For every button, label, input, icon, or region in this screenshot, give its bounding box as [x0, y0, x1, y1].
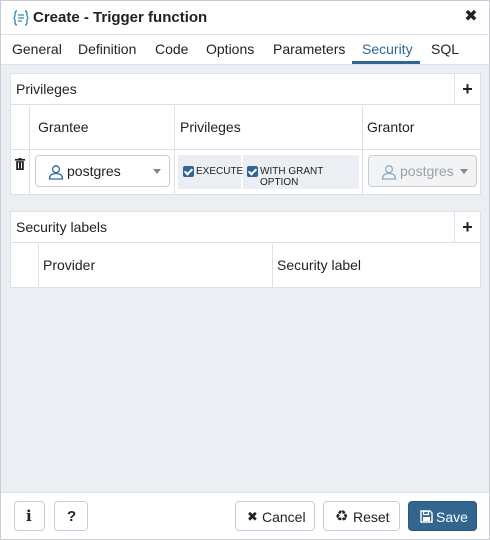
grantee-value: postgres [67, 163, 121, 179]
execute-checkbox[interactable] [183, 166, 194, 177]
grantor-header-label: Grantor [367, 119, 415, 135]
tab-options[interactable]: Options [206, 41, 254, 57]
save-icon [420, 510, 433, 523]
tab-sql[interactable]: SQL [431, 41, 459, 57]
close-icon[interactable]: ✖ [463, 9, 479, 25]
cancel-button[interactable]: ✖ Cancel [235, 501, 315, 531]
grantor-cell: postgres [363, 150, 480, 194]
delete-row-icon[interactable] [15, 158, 25, 170]
tab-parameters[interactable]: Parameters [273, 41, 345, 57]
cancel-label: Cancel [262, 509, 306, 525]
grantee-header-label: Grantee [38, 119, 89, 135]
cancel-icon: ✖ [247, 509, 258, 524]
active-tab-indicator [352, 61, 420, 64]
grantee-select[interactable]: postgres [35, 155, 170, 187]
recycle-icon: ♻ [335, 508, 349, 525]
grantee-column-header: Grantee [30, 106, 175, 150]
reset-label: Reset [353, 509, 390, 525]
privileges-header: Privileges + [11, 74, 480, 105]
info-icon: i [26, 507, 32, 525]
privileges-panel: Privileges + Grantee Privileges Grantor [10, 73, 481, 195]
grantor-column-header: Grantor [363, 106, 480, 150]
privileges-column-header: Privileges [175, 106, 363, 150]
with-grant-option-checkbox[interactable] [247, 166, 258, 177]
tab-security[interactable]: Security [362, 41, 413, 57]
reset-button[interactable]: ♻ Reset [323, 501, 400, 531]
execute-privilege[interactable]: EXECUTE [178, 155, 244, 189]
help-icon: ? [67, 508, 77, 525]
save-button[interactable]: Save [408, 501, 477, 531]
row-actions-header [11, 106, 30, 150]
security-labels-title: Security labels [16, 219, 108, 235]
chevron-down-icon [460, 169, 468, 174]
privileges-cell: EXECUTE WITH GRANT OPTION [175, 150, 363, 194]
security-labels-header: Security labels + [11, 212, 480, 243]
chevron-down-icon [153, 169, 161, 174]
with-grant-option-privilege[interactable]: WITH GRANT OPTION [243, 155, 359, 189]
row-actions-header [11, 244, 39, 288]
title-bar: Create - Trigger function ✖ [1, 1, 489, 35]
add-security-label-button[interactable]: + [454, 212, 480, 243]
dialog-title: Create - Trigger function [33, 9, 208, 26]
security-label-column-header: Security label [273, 244, 480, 288]
user-icon [381, 165, 397, 180]
execute-label: EXECUTE [196, 166, 244, 177]
dialog-footer: i ? ✖ Cancel ♻ Reset Save [1, 492, 489, 539]
security-labels-panel: Security labels + Provider Security labe… [10, 211, 481, 288]
create-trigger-function-dialog: Create - Trigger function ✖ General Defi… [0, 0, 490, 540]
privileges-title: Privileges [16, 81, 77, 97]
info-button[interactable]: i [14, 501, 45, 531]
add-privilege-button[interactable]: + [454, 74, 480, 105]
grantor-value: postgres [400, 163, 454, 179]
provider-header-label: Provider [43, 257, 96, 273]
security-label-header-label: Security label [277, 257, 362, 273]
user-icon [48, 165, 64, 180]
provider-column-header: Provider [39, 244, 273, 288]
row-actions-cell [11, 150, 30, 194]
tab-code[interactable]: Code [155, 41, 188, 57]
grantee-cell: postgres [30, 150, 175, 194]
tab-definition[interactable]: Definition [78, 41, 136, 57]
privileges-header-label: Privileges [180, 119, 241, 135]
with-grant-option-label: WITH GRANT OPTION [260, 166, 324, 188]
save-label: Save [436, 509, 468, 525]
grantor-select: postgres [368, 155, 477, 187]
tab-bar: General Definition Code Options Paramete… [1, 35, 489, 65]
tab-general[interactable]: General [12, 41, 62, 57]
help-button[interactable]: ? [54, 501, 88, 531]
trigger-function-icon [13, 10, 29, 26]
